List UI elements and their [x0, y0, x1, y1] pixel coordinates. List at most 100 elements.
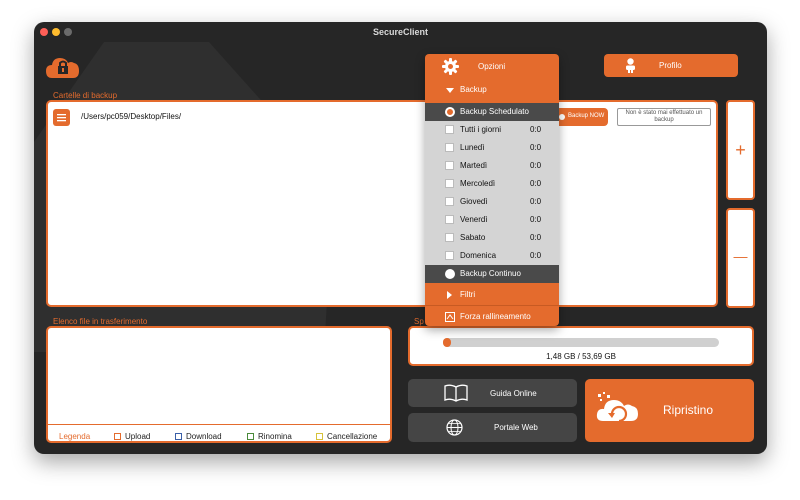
backup-folders-label: Cartelle di backup — [53, 91, 118, 100]
book-icon — [444, 384, 468, 402]
filters-toggle[interactable]: Filtri — [425, 286, 559, 304]
backup-now-label: Backup NOW — [568, 113, 605, 119]
remove-folder-button[interactable]: — — [726, 208, 755, 308]
scheduled-backup-option[interactable]: Backup Schedulato — [425, 103, 559, 121]
day-label: Domenica — [460, 251, 497, 260]
options-header[interactable]: Opzioni — [425, 54, 559, 80]
throttle-icon — [445, 312, 455, 322]
legend-rename: Rinomina — [247, 432, 292, 441]
cloud-lock-icon — [46, 58, 79, 78]
window-title: SecureClient — [372, 27, 429, 37]
day-time[interactable]: 0:0 — [530, 193, 541, 211]
day-label: Sabato — [460, 233, 486, 242]
add-folder-button[interactable]: + — [726, 100, 755, 200]
folder-menu-button[interactable] — [53, 109, 70, 126]
storage-bar — [443, 338, 719, 347]
storage-bar-fill — [443, 338, 451, 347]
day-time[interactable]: 0:0 — [530, 211, 541, 229]
gear-icon — [442, 58, 459, 75]
day-row[interactable]: Tutti i giorni 0:0 — [425, 121, 559, 139]
options-menu: Opzioni Backup Backup Schedulato Tutti i… — [425, 54, 559, 326]
day-row[interactable]: Giovedì 0:0 — [425, 193, 559, 211]
globe-icon — [446, 419, 463, 436]
circle-icon — [559, 114, 565, 120]
upload-swatch — [114, 433, 121, 441]
continuous-backup-option[interactable]: Backup Continuo — [425, 265, 559, 283]
legend-download: Download — [175, 432, 222, 441]
storage-panel: 1,48 GB / 53,69 GB — [408, 326, 754, 366]
guide-online-button[interactable]: Guida Online — [408, 379, 577, 407]
close-window-button[interactable] — [40, 28, 48, 36]
legend-divider — [48, 424, 390, 425]
checkbox[interactable] — [445, 197, 454, 206]
web-portal-button[interactable]: Portale Web — [408, 413, 577, 442]
day-label: Mercoledì — [460, 179, 496, 188]
user-icon — [626, 58, 635, 73]
profile-button[interactable]: Profilo — [604, 54, 738, 77]
day-label: Martedì — [460, 161, 488, 170]
transfers-label: Elenco file in trasferimento — [53, 317, 148, 326]
legend-download-label: Download — [186, 432, 222, 441]
triangle-down-icon — [446, 88, 454, 93]
minimize-window-button[interactable] — [52, 28, 60, 36]
legend-delete: Cancellazione — [316, 432, 377, 441]
day-row[interactable]: Lunedì 0:0 — [425, 139, 559, 157]
options-title: Opzioni — [478, 62, 506, 71]
web-portal-label: Portale Web — [494, 423, 538, 432]
day-time[interactable]: 0:0 — [530, 157, 541, 175]
day-time[interactable]: 0:0 — [530, 139, 541, 157]
minus-icon: — — [733, 248, 748, 264]
restore-button[interactable]: Ripristino — [585, 379, 754, 442]
day-label: Venerdì — [460, 215, 488, 224]
backup-folder-row[interactable]: /Users/pc059/Desktop/Files/ Backup NOW N… — [53, 108, 713, 128]
day-label: Giovedì — [460, 197, 488, 206]
menu-icon — [57, 114, 66, 122]
radio-selected-icon — [445, 107, 455, 117]
legend-title: Legenda — [59, 432, 91, 441]
backup-status: Non è stato mai effettuato un backup — [617, 108, 711, 126]
day-time[interactable]: 0:0 — [530, 121, 541, 139]
day-time[interactable]: 0:0 — [530, 247, 541, 265]
day-row[interactable]: Venerdì 0:0 — [425, 211, 559, 229]
triangle-right-icon — [447, 291, 452, 299]
checkbox[interactable] — [445, 179, 454, 188]
backup-section-toggle[interactable]: Backup — [425, 81, 559, 99]
backup-section-label: Backup — [460, 85, 487, 94]
menu-divider — [425, 305, 559, 306]
download-swatch — [175, 433, 182, 441]
force-throttle-option[interactable]: Forza rallineamento — [425, 308, 559, 326]
plus-icon: + — [735, 140, 746, 160]
checkbox[interactable] — [445, 233, 454, 242]
rename-swatch — [247, 433, 254, 441]
filters-label: Filtri — [460, 290, 476, 299]
day-label: Lunedì — [460, 143, 485, 152]
checkbox[interactable] — [445, 161, 454, 170]
scheduled-backup-label: Backup Schedulato — [460, 107, 529, 116]
legend-rename-label: Rinomina — [258, 432, 292, 441]
day-time[interactable]: 0:0 — [530, 175, 541, 193]
legend-delete-label: Cancellazione — [327, 432, 378, 441]
transfers-list — [46, 326, 392, 443]
legend-upload: Upload — [114, 432, 150, 441]
storage-text: 1,48 GB / 53,69 GB — [546, 352, 616, 361]
zoom-window-button[interactable] — [64, 28, 72, 36]
folder-path: /Users/pc059/Desktop/Files/ — [81, 112, 182, 121]
day-row[interactable]: Domenica 0:0 — [425, 247, 559, 265]
day-row[interactable]: Martedì 0:0 — [425, 157, 559, 175]
checkbox[interactable] — [445, 143, 454, 152]
day-row[interactable]: Sabato 0:0 — [425, 229, 559, 247]
guide-online-label: Guida Online — [490, 389, 537, 398]
delete-swatch — [316, 433, 323, 441]
continuous-backup-label: Backup Continuo — [460, 269, 521, 278]
backup-now-button[interactable]: Backup NOW — [554, 108, 608, 126]
day-label: Tutti i giorni — [460, 125, 502, 134]
checkbox[interactable] — [445, 125, 454, 134]
profile-label: Profilo — [659, 61, 682, 70]
day-time[interactable]: 0:0 — [530, 229, 541, 247]
legend-upload-label: Upload — [125, 432, 151, 441]
force-throttle-label: Forza rallineamento — [460, 312, 531, 321]
backup-folders-list: /Users/pc059/Desktop/Files/ Backup NOW N… — [46, 100, 718, 307]
checkbox[interactable] — [445, 215, 454, 224]
checkbox[interactable] — [445, 251, 454, 260]
day-row[interactable]: Mercoledì 0:0 — [425, 175, 559, 193]
